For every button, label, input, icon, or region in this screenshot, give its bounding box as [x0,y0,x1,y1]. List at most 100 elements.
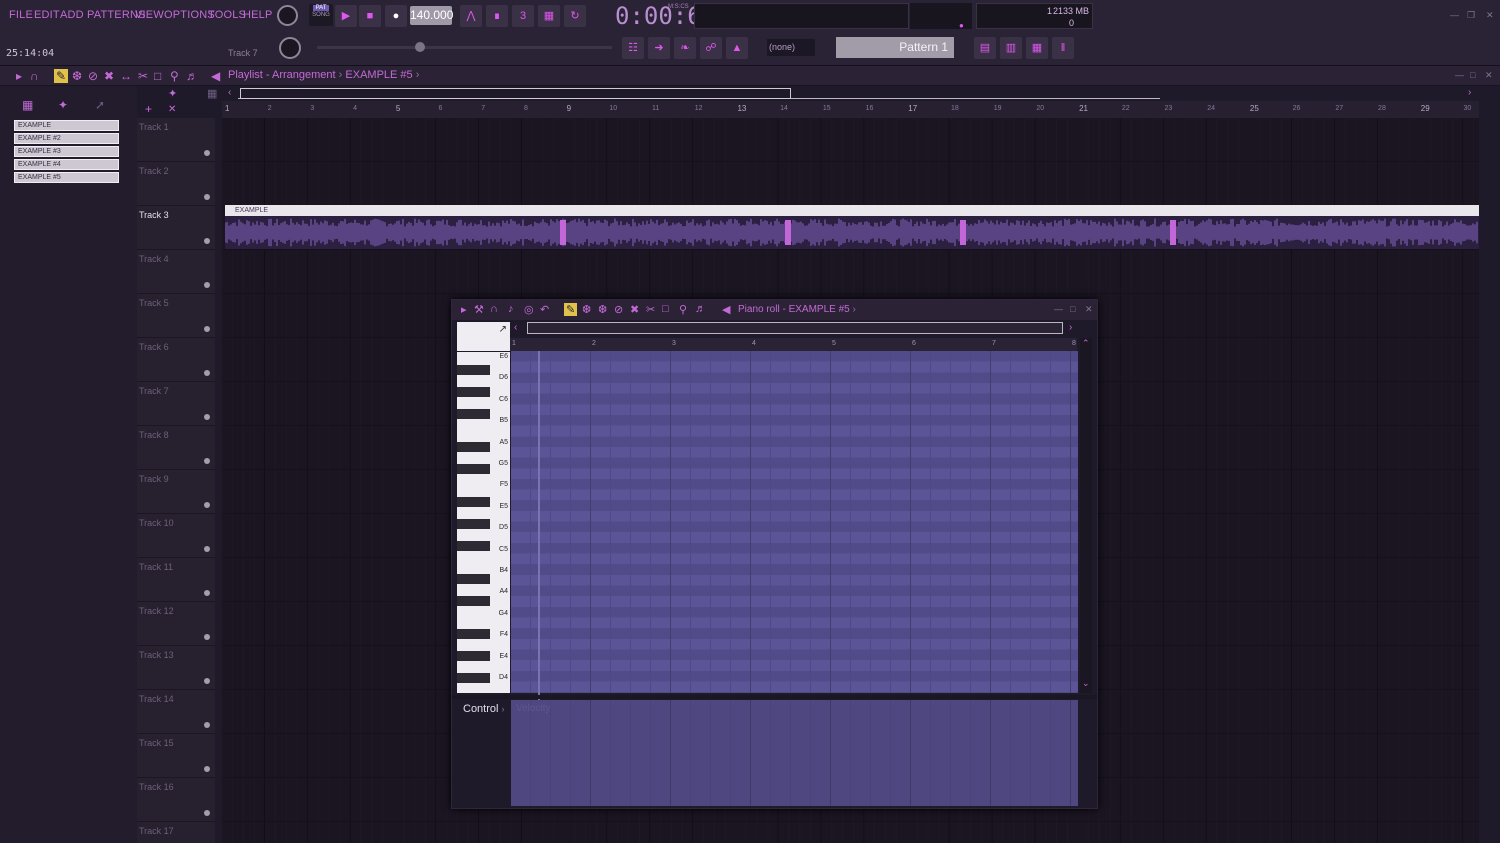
track-header[interactable]: Track 6 [137,338,215,382]
picker-clip[interactable]: EXAMPLE #4 [14,159,119,170]
track-mute-led[interactable] [204,326,210,332]
loop-record-icon[interactable]: ↻ [564,5,586,27]
pr-delete-tool-icon[interactable]: ⊘ [614,303,623,316]
pr-scroll-up-icon[interactable]: ⌃ [1082,338,1090,349]
track-header[interactable]: Track 13 [137,646,215,690]
pat-song-toggle[interactable]: PAT SONG [309,4,333,26]
pr-draw-tool-icon[interactable]: ✎ [564,303,578,316]
picker-clip[interactable]: EXAMPLE #2 [14,133,119,144]
track-header[interactable]: Track 15 [137,734,215,778]
playback-tool-icon[interactable]: ♬ [186,69,198,83]
track-mute-led[interactable] [204,458,210,464]
track-mute-led[interactable] [204,546,210,552]
pr-select-tool-icon[interactable]: □ [662,303,669,315]
select-tool-icon[interactable]: □ [154,69,161,83]
playlist-breadcrumb[interactable]: EXAMPLE #5 [345,69,412,81]
countdown-icon[interactable]: 3 [512,5,534,27]
zoom-icon[interactable]: ✦ [168,87,177,100]
tempo-display[interactable]: 140.000 [410,6,453,25]
track-header[interactable]: Track 2 [137,162,215,206]
overview-window[interactable] [240,88,791,99]
slider-handle[interactable] [415,42,425,52]
track-view-icon[interactable]: ▦ [207,87,217,100]
pitch-knob[interactable] [279,37,301,59]
pr-magnet-icon[interactable]: ∩ [490,303,498,315]
track-header[interactable]: Track 8 [137,426,215,470]
black-key[interactable] [457,574,490,584]
minimize-icon[interactable]: — [1450,10,1459,20]
track-mute-led[interactable] [204,370,210,376]
close-x-icon[interactable]: ✕ [168,104,176,115]
master-volume-slider[interactable] [317,42,612,52]
piano-keyboard[interactable]: E6 D6 C6 B5 A5 G5 F5 E5 D5 C5 B4 A4 G4 F4 E4 D4 [457,352,510,693]
scroll-right-icon[interactable]: › [1468,87,1471,98]
stop-button[interactable]: ■ [359,5,381,27]
pr-undo-icon[interactable]: ↶ [540,303,549,316]
menu-help[interactable]: HELP [243,9,273,21]
zoom-tool-icon[interactable]: ⚲ [170,69,179,83]
black-key[interactable] [457,541,490,551]
black-key[interactable] [457,442,490,452]
pr-playback-tool-icon[interactable]: ♬ [695,303,706,315]
playlist-maximize-icon[interactable]: □ [1470,70,1475,80]
link-icon[interactable]: ☍ [700,37,722,59]
pr-ruler[interactable]: 1 2 3 4 5 6 7 8 [510,338,1077,351]
track-header[interactable]: Track 17 [137,822,215,843]
pr-note-icon[interactable]: ♪ [508,303,514,315]
track-header[interactable]: Track 4 [137,250,215,294]
options-arrow-icon[interactable]: ▸ [16,69,22,83]
menu-view[interactable]: VIEW [135,9,164,21]
track-header[interactable]: Track 3 [137,206,215,250]
pr-scroll-down-icon[interactable]: ⌄ [1082,678,1090,689]
control-label[interactable]: Control › [463,703,505,715]
playlist-minimize-icon[interactable]: — [1455,70,1464,80]
record-button[interactable]: ● [385,5,407,27]
track-mute-led[interactable] [204,282,210,288]
track-mute-led[interactable] [204,810,210,816]
picker-clip[interactable]: EXAMPLE [14,120,119,131]
pr-paint-tool-icon[interactable]: ❆ [582,303,591,316]
track-mute-led[interactable] [204,414,210,420]
note-grid[interactable] [511,351,1078,693]
track-header[interactable]: Track 14 [137,690,215,734]
track-mute-led[interactable] [204,766,210,772]
pr-mute-tool-icon[interactable]: ✖ [630,303,639,316]
picker-clip[interactable]: EXAMPLE #3 [14,146,119,157]
pr-scroll-left-icon[interactable]: ‹ [514,322,517,333]
pr-zoom-tool-icon[interactable]: ⚲ [679,303,687,316]
playlist-view-icon[interactable]: ▤ [974,37,996,59]
delete-tool-icon[interactable]: ⊘ [88,69,98,83]
track-header[interactable]: Track 11 [137,558,215,602]
black-key[interactable] [457,596,490,606]
menu-tools[interactable]: TOOLS [208,9,246,21]
mute-tool-icon[interactable]: ✖ [104,69,114,83]
magnet-icon[interactable]: ∩ [30,69,39,83]
black-key[interactable] [457,464,490,474]
velocity-control-area[interactable]: Velocity [511,700,1078,806]
track-header[interactable]: Track 10 [137,514,215,558]
track-mute-led[interactable] [204,590,210,596]
pr-options-arrow-icon[interactable]: ▸ [461,303,467,316]
track-header[interactable]: Track 12 [137,602,215,646]
wait-input-icon[interactable]: ∎ [486,5,508,27]
pr-splitter[interactable] [452,695,1097,699]
pr-tool-icon[interactable]: ↗ [499,324,507,335]
main-volume-knob[interactable] [277,5,298,26]
track-header[interactable]: Track 7 [137,382,215,426]
track-mute-led[interactable] [204,150,210,156]
menu-edit[interactable]: EDIT [34,9,60,21]
track-mute-led[interactable] [204,502,210,508]
arrow-right-icon[interactable]: ➜ [648,37,670,59]
picker-patterns-icon[interactable]: ▦ [22,98,33,112]
black-key[interactable] [457,387,490,397]
track-mute-led[interactable] [204,722,210,728]
black-key[interactable] [457,365,490,375]
black-key[interactable] [457,651,490,661]
plugin-icon[interactable]: ❧ [674,37,696,59]
pr-minimize-icon[interactable]: — [1054,304,1063,314]
pr-close-icon[interactable]: ✕ [1085,304,1093,315]
black-key[interactable] [457,673,490,683]
pr-slice-tool-icon[interactable]: ✂ [646,303,655,316]
track-mute-led[interactable] [204,678,210,684]
slice-tool-icon[interactable]: ✂ [138,69,148,83]
